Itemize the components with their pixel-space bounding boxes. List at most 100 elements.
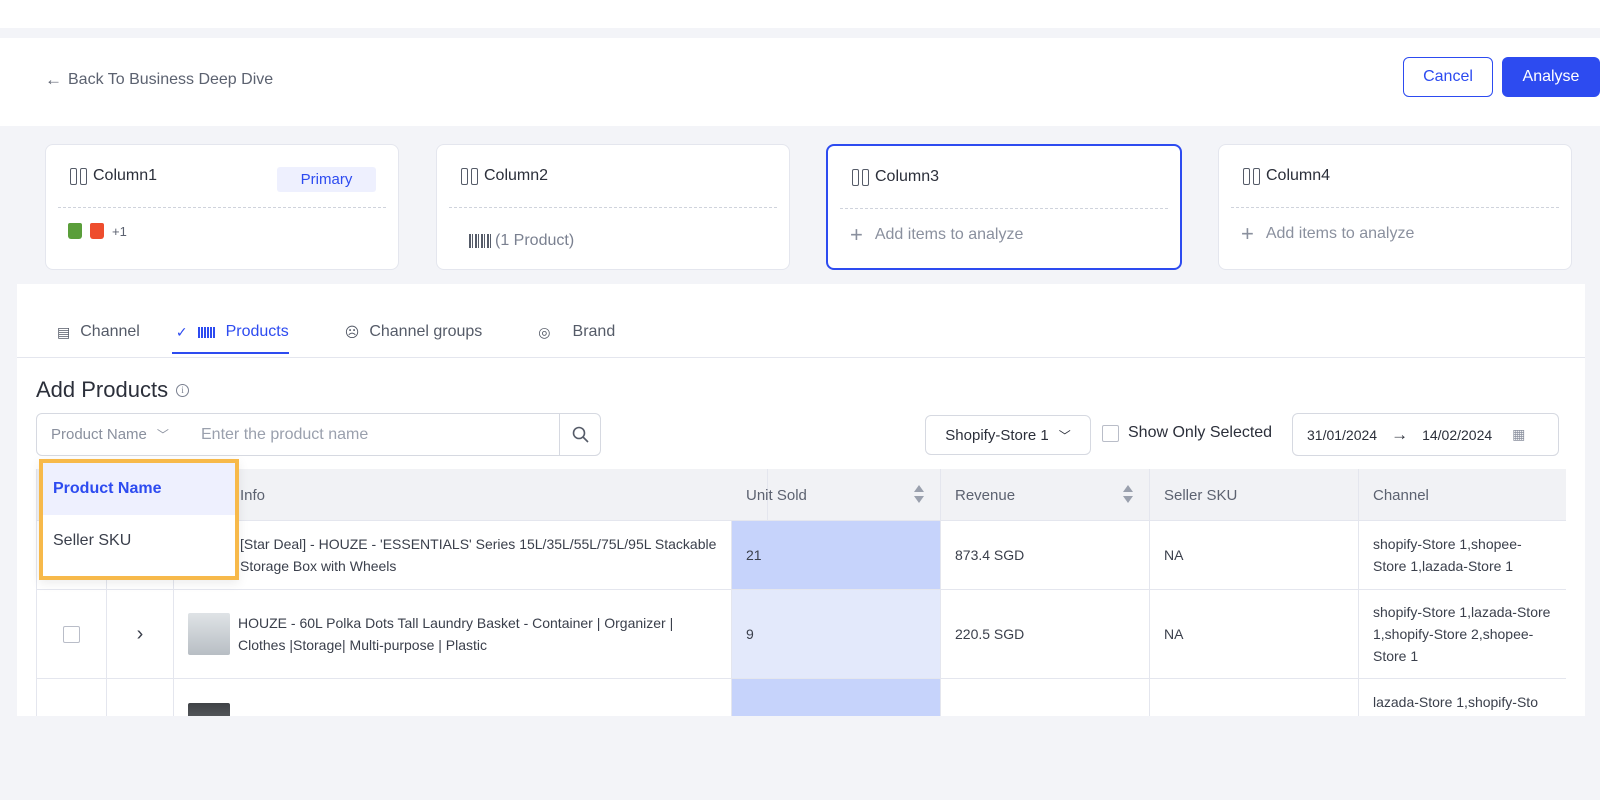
product-thumbnail [188,703,230,716]
page-footer-bg [0,716,1600,800]
tab-label: Channel groups [369,323,483,340]
primary-badge: Primary [277,167,376,192]
add-items-link[interactable]: + Add items to analyze [850,222,1023,248]
column-card-1[interactable]: Column1 Primary +1 [45,144,399,270]
plus-icon: + [850,222,863,247]
sort-icon[interactable] [914,485,924,505]
channel-cell: lazada-Store 1,shopify-Sto [1359,679,1566,716]
row-select-cell [37,590,107,678]
dropdown-option-seller-sku[interactable]: Seller SKU [43,515,235,567]
info-column-header: Info [174,469,768,521]
column-card-2[interactable]: Column2 (1 Product) [436,144,790,270]
date-from: 31/01/2024 [1307,426,1378,443]
column-icon [461,167,478,185]
sort-icon[interactable] [1123,485,1133,505]
tab-label: Products [225,323,289,340]
tab-label: Brand [572,323,616,340]
header-label: Unit Sold [746,486,807,504]
store-select[interactable]: Shopify-Store 1 ﹀ [925,415,1091,455]
header-label: Seller SKU [1164,486,1238,504]
date-arrow: → [1391,424,1409,444]
add-items-label: Add items to analyze [1265,225,1415,242]
products-table: Info Unit Sold Revenue Seller SKU Channe… [36,469,1566,716]
product-name: [Star Deal] - HOUZE - 'ESSENTIALS' Serie… [240,536,717,574]
group-icon: ☹ [344,323,360,340]
add-items-label: Add items to analyze [874,226,1024,243]
badge-icon: ◎ [538,323,551,340]
product-name: HOUZE - 60L Polka Dots Tall Laundry Bask… [238,615,674,653]
product-info-cell: HOUZE - 60L Polka Dots Tall Laundry Bask… [174,590,732,678]
tab-products[interactable]: ✓ Products [171,314,289,354]
channel-cell: shopify-Store 1,lazada-Store 1,shopify-S… [1359,590,1566,678]
top-strip [0,0,1600,28]
revenue-column-header[interactable]: Revenue [941,469,1150,521]
revenue-cell: 220.5 SGD [941,590,1150,678]
product-count: (1 Product) [495,232,575,249]
table-row[interactable]: › HOUZE - 60L Polka Dots Tall Laundry Ba… [37,590,1566,679]
column-title: Column4 [1266,167,1331,184]
barcode-icon [469,234,491,248]
show-only-selected-toggle[interactable]: Show Only Selected [1102,424,1272,442]
product-thumbnail [188,613,230,655]
barcode-icon [197,326,216,338]
seller-sku-cell: NA [1150,521,1359,589]
tab-channel-groups[interactable]: ☹ Channel groups [345,314,483,350]
column-icon [1243,167,1260,185]
analyse-button[interactable]: Analyse [1502,57,1600,97]
search-input[interactable] [187,413,560,456]
unit-sold-column-header[interactable]: Unit Sold [732,469,941,521]
tab-brand[interactable]: ◎ Brand [538,314,615,350]
column-title: Column2 [484,167,549,184]
seller-sku-cell [1150,679,1359,716]
tab-channel[interactable]: ▤ Channel [57,314,140,350]
column-icon [70,167,87,185]
divider [1231,207,1559,208]
table-row[interactable]: [Star Deal] - HOUZE - 'ESSENTIALS' Serie… [37,521,1566,590]
date-range-picker[interactable]: 31/01/2024 → 14/02/2024 ▦ [1292,413,1559,456]
search-type-select[interactable]: Product Name ﹀ [36,413,188,456]
section-title-label: Add Products [36,377,169,402]
chevron-down-icon: ﹀ [1058,428,1071,443]
divider [449,207,777,208]
add-items-link[interactable]: + Add items to analyze [1241,221,1414,247]
product-info-cell [174,679,732,716]
cancel-button[interactable]: Cancel [1403,57,1493,97]
revenue-cell [941,679,1150,716]
unit-sold-cell [732,679,941,716]
row-select-cell [37,679,107,716]
back-link[interactable]: ← Back To Business Deep Dive [45,70,273,90]
header-label: Channel [1373,486,1429,504]
product-info-cell: [Star Deal] - HOUZE - 'ESSENTIALS' Serie… [174,521,732,589]
tab-label: Channel [80,323,140,340]
calendar-icon: ▦ [1512,426,1526,442]
unit-sold-cell: 21 [732,521,941,589]
search-button[interactable] [559,413,601,456]
revenue-cell: 873.4 SGD [941,521,1150,589]
search-icon [572,426,589,443]
search-type-value: Product Name [51,426,147,443]
dropdown-option-product-name[interactable]: Product Name [43,463,235,515]
arrow-left-icon: ← [45,70,62,89]
column-title: Column1 [93,167,158,184]
table-header: Info Unit Sold Revenue Seller SKU Channe… [37,469,1566,521]
row-expand-cell: › [107,590,174,678]
channel-cell: shopify-Store 1,shopee-Store 1,lazada-St… [1359,521,1566,589]
divider [58,207,386,208]
date-to: 14/02/2024 [1422,426,1493,443]
show-only-selected-checkbox[interactable] [1102,424,1119,442]
info-icon[interactable]: i [176,383,190,397]
shopify-icon [68,223,82,239]
table-row[interactable]: lazada-Store 1,shopify-Sto [37,679,1566,716]
chevron-right-icon[interactable]: › [137,623,144,645]
column-card-3[interactable]: Column3 + Add items to analyze [826,144,1182,270]
plus-icon: + [1241,221,1254,246]
channel-column-header: Channel [1359,469,1566,521]
chevron-down-icon: ﹀ [156,428,169,442]
seller-sku-cell: NA [1150,590,1359,678]
shopee-icon [90,223,104,239]
column-card-4[interactable]: Column4 + Add items to analyze [1218,144,1572,270]
header-label: Info [240,486,266,504]
header-label: Revenue [955,486,1016,504]
tabs-divider [17,357,1585,358]
row-checkbox[interactable] [63,625,80,643]
